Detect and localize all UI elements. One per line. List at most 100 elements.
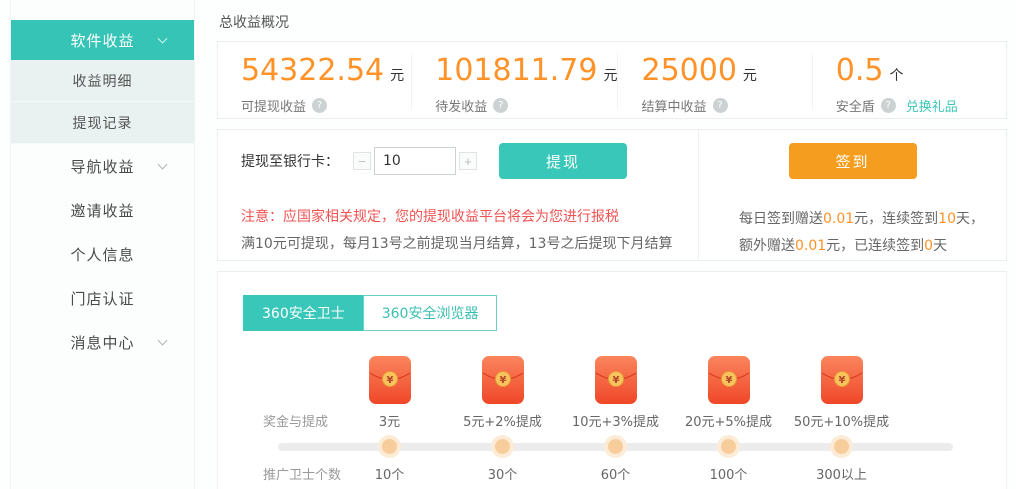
sidebar-item-label: 收益明细 — [73, 71, 133, 91]
chevron-down-icon — [158, 34, 168, 44]
sidebar-item-label: 个人信息 — [70, 244, 134, 265]
stat-label-row: 可提现收益 ? — [241, 96, 411, 115]
slider-dot — [834, 439, 849, 454]
slider-dot-cell — [559, 436, 672, 454]
red-envelope-icon: ¥ — [708, 356, 750, 404]
stat-value: 101811.79 元 — [435, 53, 617, 94]
red-envelope-icon: ¥ — [821, 356, 863, 404]
product-tab[interactable]: 360安全卫士 — [243, 295, 364, 331]
tier-slider — [218, 436, 1006, 458]
chevron-down-icon — [158, 336, 168, 346]
withdraw-rules: 满10元可提现，每月13号之前提现当月结算，13号之后提现下月结算 — [241, 231, 698, 258]
red-envelope-icon: ¥ — [369, 356, 411, 404]
bonus-value: 20元+5%提成 — [672, 411, 785, 430]
stat-value: 0.5 个 — [836, 53, 1006, 94]
stat-label: 可提现收益 — [241, 96, 306, 115]
withdraw-amount-input[interactable] — [374, 147, 456, 175]
amount-plus-button[interactable]: + — [459, 152, 477, 170]
envelope-cell: ¥ — [559, 356, 672, 404]
envelope-row: ¥ — [218, 356, 1006, 404]
red-envelope-icon: ¥ — [482, 356, 524, 404]
product-tab[interactable]: 360安全浏览器 — [363, 295, 498, 331]
sidebar-item[interactable]: 提现记录 — [11, 102, 194, 144]
sidebar-item-label: 导航收益 — [70, 156, 134, 177]
withdraw-card: 提现至银行卡： − + 提现 注意：应国家相关规定，您的提现收益平台将会为您进行… — [217, 129, 1007, 261]
sidebar-item-label: 提现记录 — [73, 113, 133, 133]
signin-info-line1: 每日签到赠送0.01元，连续签到10天， — [739, 206, 1006, 233]
stat-label-row: 安全盾 ? 兑换礼品 — [836, 96, 1006, 115]
promo-card: 360安全卫士 360安全浏览器 — [217, 271, 1007, 489]
slider-dot-cell — [446, 436, 559, 454]
slider-dot — [382, 439, 397, 454]
stat-number: 25000 — [641, 53, 736, 88]
help-icon[interactable]: ? — [493, 98, 508, 113]
bonus-row: 奖金与提成 3元 5元+2%提成 10元+3%提成 20元+5%提成 50元+1… — [218, 411, 1006, 429]
stat-unit: 元 — [390, 68, 404, 84]
count-value: 30个 — [446, 464, 559, 483]
stat-unit: 元 — [603, 68, 617, 84]
slider-dot-cell — [785, 436, 898, 454]
signin-button[interactable]: 签到 — [789, 143, 917, 179]
sidebar-item[interactable]: 收益明细 — [11, 60, 194, 102]
yuan-coin-glyph: ¥ — [499, 375, 506, 386]
signin-info-line2: 额外赠送0.01元，已连续签到0天 — [739, 233, 1006, 260]
envelope-cell: ¥ — [785, 356, 898, 404]
redeem-gift-link[interactable]: 兑换礼品 — [906, 96, 958, 115]
help-icon[interactable]: ? — [713, 98, 728, 113]
withdraw-to-bank-label: 提现至银行卡： — [241, 151, 339, 171]
stat-number: 0.5 — [836, 53, 884, 88]
count-value: 10个 — [333, 464, 446, 483]
sidebar-item[interactable]: 邀请收益 — [11, 188, 194, 232]
page-title: 总收益概况 — [219, 12, 1007, 32]
count-row: 推广卫士个数 10个 30个 60个 100个 300以上 — [218, 464, 1006, 482]
sidebar-item-label: 邀请收益 — [70, 200, 134, 221]
product-tab-label: 360安全浏览器 — [382, 303, 479, 323]
stat-number: 101811.79 — [435, 53, 597, 88]
slider-dot-cell — [672, 436, 785, 454]
help-icon[interactable]: ? — [312, 98, 327, 113]
signin-section: 签到 每日签到赠送0.01元，连续签到10天， 额外赠送0.01元，已连续签到0… — [698, 130, 1006, 260]
stat-number: 54322.54 — [241, 53, 384, 88]
sidebar-item[interactable]: 个人信息 — [11, 232, 194, 276]
stat-label: 安全盾 — [836, 96, 875, 115]
product-tabs: 360安全卫士 360安全浏览器 — [218, 295, 1006, 331]
earnings-dashboard: 软件收益 收益明细 提现记录 导航收益 邀请收益 — [0, 0, 1016, 489]
stat-column: 101811.79元 待发收益 ? — [411, 53, 617, 109]
sidebar-item[interactable]: 门店认证 — [11, 276, 194, 320]
red-envelope-icon: ¥ — [595, 356, 637, 404]
slider-dot — [608, 439, 623, 454]
slider-dot-cell — [333, 436, 446, 454]
withdraw-button[interactable]: 提现 — [499, 143, 627, 179]
stat-value: 25000元 — [641, 53, 811, 94]
stats-card: 54322.54 元 可提现收益 ? 101811.79 元 待发收益 ? — [217, 41, 1007, 119]
stat-label-row: 结算中收益 ? — [641, 96, 811, 115]
sidebar: 软件收益 收益明细 提现记录 导航收益 邀请收益 — [10, 0, 195, 489]
sidebar-item-label: 消息中心 — [70, 332, 134, 353]
stat-column: 25000元 结算中收益 ? — [617, 53, 811, 109]
stat-value: 54322.54 元 — [241, 53, 411, 94]
stat-column: 54322.54元 可提现收益 ? — [218, 53, 411, 109]
sidebar-item-label: 门店认证 — [70, 288, 134, 309]
stat-column: 0.5个 安全盾 ? 兑换礼品 — [812, 53, 1006, 109]
yuan-coin-glyph: ¥ — [838, 375, 845, 386]
bonus-row-label: 奖金与提成 — [243, 411, 333, 430]
yuan-coin-glyph: ¥ — [612, 375, 619, 386]
envelope-cell: ¥ — [672, 356, 785, 404]
stat-label-row: 待发收益 ? — [435, 96, 617, 115]
bonus-value: 3元 — [333, 411, 446, 430]
count-value: 300以上 — [785, 464, 898, 483]
chevron-down-icon — [158, 160, 168, 170]
sidebar-item[interactable]: 导航收益 — [11, 144, 194, 188]
stat-unit: 个 — [889, 68, 903, 84]
stat-label: 待发收益 — [435, 96, 487, 115]
help-icon[interactable]: ? — [881, 98, 896, 113]
envelope-cell: ¥ — [333, 356, 446, 404]
sidebar-item[interactable]: 软件收益 — [11, 20, 194, 60]
product-tab-label: 360安全卫士 — [262, 303, 345, 323]
slider-dots — [218, 436, 1006, 454]
amount-minus-button[interactable]: − — [353, 152, 371, 170]
slider-dot — [495, 439, 510, 454]
sidebar-item[interactable]: 消息中心 — [11, 320, 194, 364]
yuan-coin-glyph: ¥ — [725, 375, 732, 386]
tax-notice: 注意：应国家相关规定，您的提现收益平台将会为您进行报税 — [241, 204, 698, 231]
